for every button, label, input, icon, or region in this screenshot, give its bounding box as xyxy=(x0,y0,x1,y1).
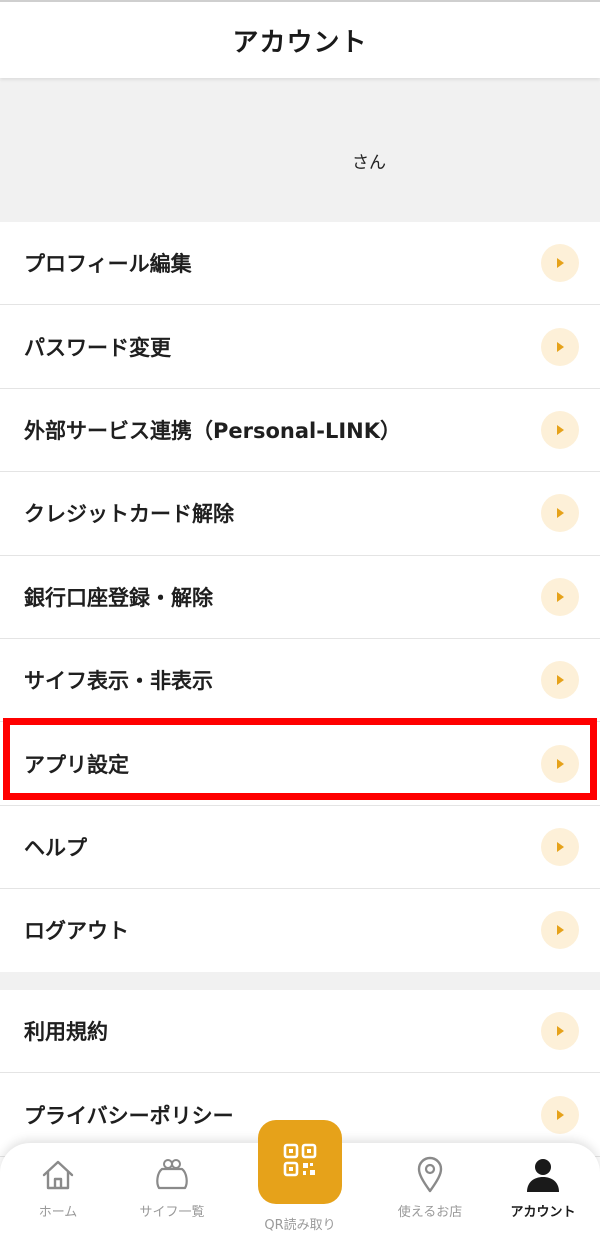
user-name-suffix: さん xyxy=(352,153,386,173)
menu-item-label: プロフィール編集 xyxy=(24,252,192,277)
qr-scan-label: QR読み取り xyxy=(264,1218,336,1233)
chevron-right-icon xyxy=(541,327,579,366)
profile-section: さん xyxy=(0,78,600,222)
menu-item-label: ログアウト xyxy=(24,919,129,944)
nav-label: 使えるお店 xyxy=(397,1205,463,1220)
nav-home[interactable]: ホーム xyxy=(3,1153,113,1233)
chevron-right-icon xyxy=(541,1095,579,1134)
account-screen: アカウント さん プロフィール編集 パスワード変更 外部サービス連携（Perso… xyxy=(0,0,600,1235)
menu-item-label: 外部サービス連携（Personal-LINK） xyxy=(24,418,401,443)
person-icon xyxy=(524,1153,562,1197)
chevron-right-icon xyxy=(541,911,579,950)
nav-account[interactable]: アカウント xyxy=(488,1153,598,1233)
chevron-right-icon xyxy=(541,410,579,449)
nav-stores[interactable]: 使えるお店 xyxy=(375,1153,485,1233)
qr-scan-button[interactable] xyxy=(258,1120,342,1204)
menu-item-credit-card[interactable]: クレジットカード解除 xyxy=(0,472,600,556)
chevron-right-icon xyxy=(541,744,579,783)
chevron-right-icon xyxy=(541,244,579,283)
menu-item-label: ヘルプ xyxy=(24,835,87,860)
menu-item-app-settings[interactable]: アプリ設定 xyxy=(0,722,600,806)
menu-item-wallet-visibility[interactable]: サイフ表示・非表示 xyxy=(0,638,600,723)
chevron-right-icon xyxy=(541,577,579,616)
nav-wallet-list[interactable]: サイフ一覧 xyxy=(117,1153,227,1233)
menu-item-profile-edit[interactable]: プロフィール編集 xyxy=(0,222,600,306)
menu-item-label: 銀行口座登録・解除 xyxy=(24,585,213,610)
menu-item-label: 利用規約 xyxy=(24,1020,108,1045)
account-menu-list: プロフィール編集 パスワード変更 外部サービス連携（Personal-LINK）… xyxy=(0,222,600,973)
menu-item-label: プライバシーポリシー xyxy=(24,1103,234,1128)
menu-item-bank-account[interactable]: 銀行口座登録・解除 xyxy=(0,555,600,639)
nav-label: ホーム xyxy=(38,1205,78,1220)
home-icon xyxy=(40,1153,76,1197)
menu-item-label: アプリ設定 xyxy=(24,752,129,777)
page-title: アカウント xyxy=(232,27,368,58)
nav-label: サイフ一覧 xyxy=(139,1205,205,1220)
menu-item-terms[interactable]: 利用規約 xyxy=(0,990,600,1074)
menu-item-password-change[interactable]: パスワード変更 xyxy=(0,305,600,389)
purse-icon xyxy=(153,1153,191,1197)
app-header: アカウント xyxy=(0,0,600,78)
menu-item-help[interactable]: ヘルプ xyxy=(0,805,600,890)
location-pin-icon xyxy=(415,1153,445,1197)
menu-item-label: クレジットカード解除 xyxy=(24,502,234,527)
menu-item-external-service[interactable]: 外部サービス連携（Personal-LINK） xyxy=(0,388,600,473)
qr-icon xyxy=(283,1143,317,1181)
menu-item-logout[interactable]: ログアウト xyxy=(0,889,600,973)
chevron-right-icon xyxy=(541,1012,579,1051)
menu-item-label: サイフ表示・非表示 xyxy=(24,669,213,694)
nav-label: アカウント xyxy=(510,1205,576,1220)
section-divider xyxy=(0,972,600,990)
chevron-right-icon xyxy=(541,661,579,700)
chevron-right-icon xyxy=(541,827,579,866)
menu-item-label: パスワード変更 xyxy=(24,335,171,360)
chevron-right-icon xyxy=(541,494,579,533)
